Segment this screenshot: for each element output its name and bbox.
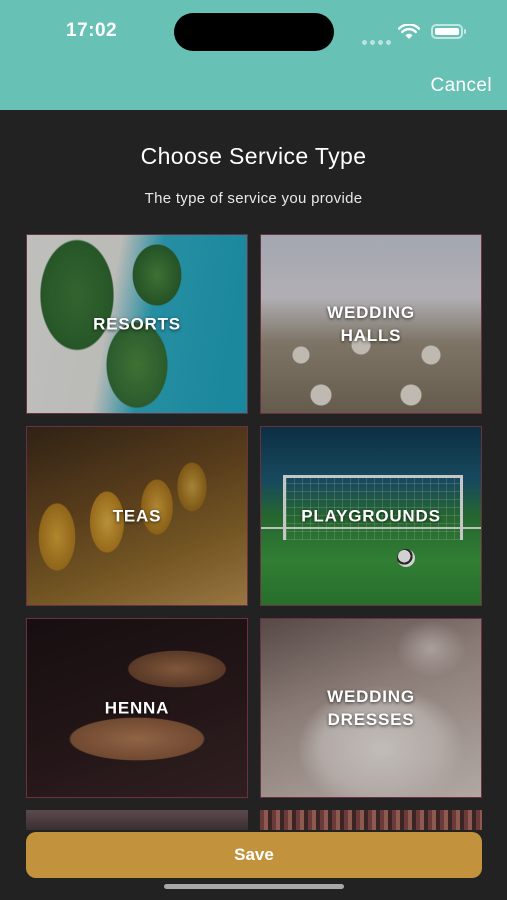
wifi-icon	[398, 24, 420, 39]
signal-dots-icon	[362, 32, 394, 50]
service-label: TEAS	[112, 506, 162, 526]
save-button[interactable]: Save	[26, 832, 482, 878]
service-tile-teas[interactable]: TEAS	[26, 426, 248, 606]
service-tile-wedding-dresses[interactable]: WEDDING DRESSES	[260, 618, 482, 798]
service-label: PLAYGROUNDS	[301, 506, 441, 526]
service-tile-henna[interactable]: HENNA	[26, 618, 248, 798]
service-label: HENNA	[104, 698, 170, 718]
cancel-button[interactable]: Cancel	[430, 75, 492, 97]
service-tile-playgrounds[interactable]: PLAYGROUNDS	[260, 426, 482, 606]
service-tile-resorts[interactable]: RESORTS	[26, 234, 248, 414]
status-time: 17:02	[66, 20, 118, 41]
service-label: RESORTS	[93, 314, 181, 334]
page-title: Choose Service Type	[140, 143, 367, 169]
service-label: WEDDING DRESSES	[327, 687, 415, 729]
battery-icon	[431, 24, 466, 39]
page-subtitle: The type of service you provide	[144, 190, 363, 207]
app-header: 17:02 Cancel	[0, 0, 507, 110]
service-label: WEDDING HALLS	[327, 303, 415, 345]
service-tile-partial[interactable]	[260, 810, 482, 830]
service-tile-wedding-halls[interactable]: WEDDING HALLS	[260, 234, 482, 414]
home-indicator[interactable]	[164, 884, 344, 889]
dynamic-island	[174, 13, 334, 51]
service-tile-partial[interactable]	[26, 810, 248, 830]
